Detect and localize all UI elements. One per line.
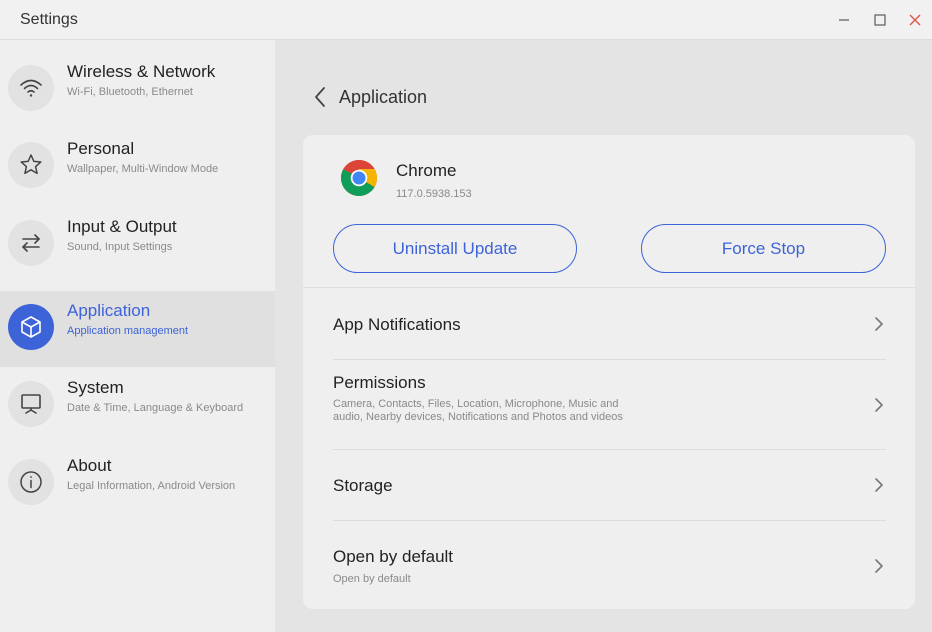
app-name: Chrome <box>396 161 457 180</box>
sidebar-item-subtitle: Sound, Input Settings <box>67 241 173 253</box>
chevron-right-icon <box>872 397 886 413</box>
page-title: Application <box>339 87 428 107</box>
title-bar: Settings <box>0 0 932 40</box>
sidebar-item-subtitle: Application management <box>67 325 189 337</box>
maximize-button[interactable] <box>868 8 892 32</box>
sidebar-item-subtitle: Wallpaper, Multi-Window Mode <box>67 163 219 175</box>
sidebar-item-label: Application <box>67 301 151 320</box>
sidebar-item-label: About <box>67 456 112 475</box>
chevron-right-icon <box>872 558 886 574</box>
uninstall-update-button[interactable]: Uninstall Update <box>333 224 577 273</box>
sidebar-item-about[interactable]: About Legal Information, Android Version <box>0 446 275 522</box>
row-label: Open by default <box>333 547 454 566</box>
back-button[interactable] <box>309 85 331 109</box>
chevron-left-icon <box>315 87 325 107</box>
sidebar-item-subtitle: Wi-Fi, Bluetooth, Ethernet <box>67 86 193 98</box>
minimize-button[interactable] <box>832 8 856 32</box>
row-label: Permissions <box>333 373 426 392</box>
sidebar-item-system[interactable]: System Date & Time, Language & Keyboard <box>0 368 275 444</box>
close-button[interactable] <box>903 8 927 32</box>
row-label: Storage <box>333 476 393 495</box>
cube-icon <box>21 316 41 338</box>
sidebar-item-personal[interactable]: Personal Wallpaper, Multi-Window Mode <box>0 129 275 205</box>
app-version: 117.0.5938.153 <box>396 188 472 200</box>
minimize-icon <box>839 19 849 21</box>
maximize-icon <box>874 14 886 26</box>
sidebar-item-label: Input & Output <box>67 217 177 236</box>
window-title: Settings <box>20 11 78 28</box>
sidebar-item-input-output[interactable]: Input & Output Sound, Input Settings <box>0 207 275 283</box>
sidebar-item-wireless-network[interactable]: Wireless & Network Wi-Fi, Bluetooth, Eth… <box>0 52 275 128</box>
open-by-default-row[interactable]: Open by default Open by default <box>333 521 886 607</box>
app-detail-card: Chrome 117.0.5938.153 Uninstall Update F… <box>303 135 915 609</box>
row-subtitle: Open by default <box>333 573 411 585</box>
arrows-swap-icon <box>22 234 40 252</box>
storage-row[interactable]: Storage <box>333 450 886 520</box>
close-icon <box>909 14 921 26</box>
sidebar-item-label: System <box>67 378 124 397</box>
app-notifications-row[interactable]: App Notifications <box>333 288 886 359</box>
monitor-icon <box>21 394 41 414</box>
chevron-right-icon <box>872 477 886 493</box>
row-label: App Notifications <box>333 315 461 334</box>
sidebar: Wireless & Network Wi-Fi, Bluetooth, Eth… <box>0 40 275 632</box>
permissions-row[interactable]: Permissions Camera, Contacts, Files, Loc… <box>333 360 886 449</box>
sidebar-item-label: Wireless & Network <box>67 62 216 81</box>
sidebar-item-subtitle: Date & Time, Language & Keyboard <box>67 402 244 414</box>
force-stop-button[interactable]: Force Stop <box>641 224 886 273</box>
star-icon <box>20 154 42 175</box>
info-icon <box>20 471 42 493</box>
chrome-icon <box>341 159 377 197</box>
chevron-right-icon <box>872 316 886 332</box>
row-subtitle: Camera, Contacts, Files, Location, Micro… <box>333 398 623 423</box>
wifi-icon <box>20 79 42 97</box>
sidebar-item-label: Personal <box>67 139 135 158</box>
sidebar-item-application[interactable]: Application Application management <box>0 291 275 367</box>
sidebar-item-subtitle: Legal Information, Android Version <box>67 480 236 492</box>
